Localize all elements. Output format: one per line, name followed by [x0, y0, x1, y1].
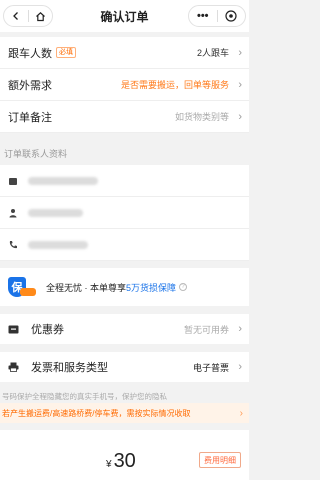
ticket-icon	[8, 325, 19, 333]
follow-car-label: 跟车人数	[8, 47, 52, 60]
contact-section-header: 订单联系人资料	[4, 148, 68, 159]
coupon-label: 优惠券	[31, 324, 64, 336]
phone-icon	[9, 240, 17, 248]
currency-symbol: ¥	[106, 459, 112, 470]
car-icon	[20, 288, 36, 296]
guarantee-text: 全程无忧 · 本单尊享5万货损保障	[46, 281, 176, 294]
invoice-label: 发票和服务类型	[31, 362, 108, 374]
fee-details-button[interactable]: 费用明细	[199, 452, 241, 468]
order-remark-label: 订单备注	[8, 111, 52, 124]
calendar-icon	[9, 177, 17, 185]
contact-phone-row[interactable]	[0, 229, 249, 261]
person-icon	[9, 208, 17, 217]
chevron-right-icon: ›	[239, 407, 243, 419]
printer-icon	[8, 362, 19, 372]
order-options-card: 跟车人数 必填 2人跟车 › 额外需求 是否需要搬运，回单等服务 › 订单备注 …	[0, 37, 249, 133]
chevron-right-icon: ›	[238, 78, 242, 91]
fee-notice-text: 若产生搬运费/高速路桥费/停车费，需按实际情况收取	[2, 408, 191, 418]
extra-needs-value: 是否需要搬运，回单等服务	[120, 80, 229, 90]
guarantee-highlight: 5万货损保障	[126, 282, 177, 293]
chevron-right-icon: ›	[238, 323, 242, 335]
extra-needs-row[interactable]: 额外需求 是否需要搬运，回单等服务 ›	[0, 69, 249, 101]
price-amount: 30	[113, 450, 136, 472]
order-remark-row[interactable]: 订单备注 如货物类别等 ›	[0, 101, 249, 133]
question-icon[interactable]: ?	[179, 283, 188, 291]
invoice-value: 电子普票	[192, 362, 229, 373]
coupon-card: 优惠券 暂无可用券 ›	[0, 314, 249, 344]
guarantee-main-text: 全程无忧 · 本单尊享	[46, 282, 126, 293]
invoice-row[interactable]: 发票和服务类型 电子普票 ›	[0, 352, 249, 382]
total-price: ¥ 30	[106, 450, 136, 473]
contact-card	[0, 165, 249, 261]
chevron-right-icon: ›	[238, 46, 242, 59]
invoice-card: 发票和服务类型 电子普票 ›	[0, 352, 249, 382]
top-nav-bar: 确认订单 •••	[0, 0, 249, 32]
mini-program-capsule: •••	[188, 5, 246, 27]
contact-time-row[interactable]	[0, 165, 249, 197]
bottom-price-bar: ¥ 30 费用明细	[0, 430, 249, 480]
fee-notice-bar[interactable]: 若产生搬运费/高速路桥费/停车费，需按实际情况收取 ›	[0, 403, 249, 423]
follow-car-value: 2人跟车	[196, 48, 229, 58]
target-close-icon	[225, 10, 237, 22]
extra-needs-label: 额外需求	[8, 79, 52, 92]
coupon-value: 暂无可用券	[183, 324, 229, 335]
chevron-right-icon: ›	[238, 110, 242, 123]
guarantee-banner[interactable]: 保 全程无忧 · 本单尊享5万货损保障 ?	[0, 268, 249, 306]
privacy-note: 号码保护全程隐藏您的真实手机号，保护您的隐私	[2, 391, 167, 401]
coupon-row[interactable]: 优惠券 暂无可用券 ›	[0, 314, 249, 344]
redacted-time	[28, 176, 98, 185]
redacted-name	[28, 208, 83, 217]
contact-name-row[interactable]	[0, 197, 249, 229]
close-button[interactable]	[218, 6, 246, 26]
redacted-phone	[28, 240, 88, 249]
chevron-right-icon: ›	[238, 361, 242, 373]
required-tag: 必填	[56, 47, 76, 58]
more-dots-icon: •••	[196, 10, 209, 22]
more-button[interactable]: •••	[189, 6, 217, 26]
follow-car-count-row[interactable]: 跟车人数 必填 2人跟车 ›	[0, 37, 249, 69]
order-remark-placeholder: 如货物类别等	[174, 112, 229, 122]
